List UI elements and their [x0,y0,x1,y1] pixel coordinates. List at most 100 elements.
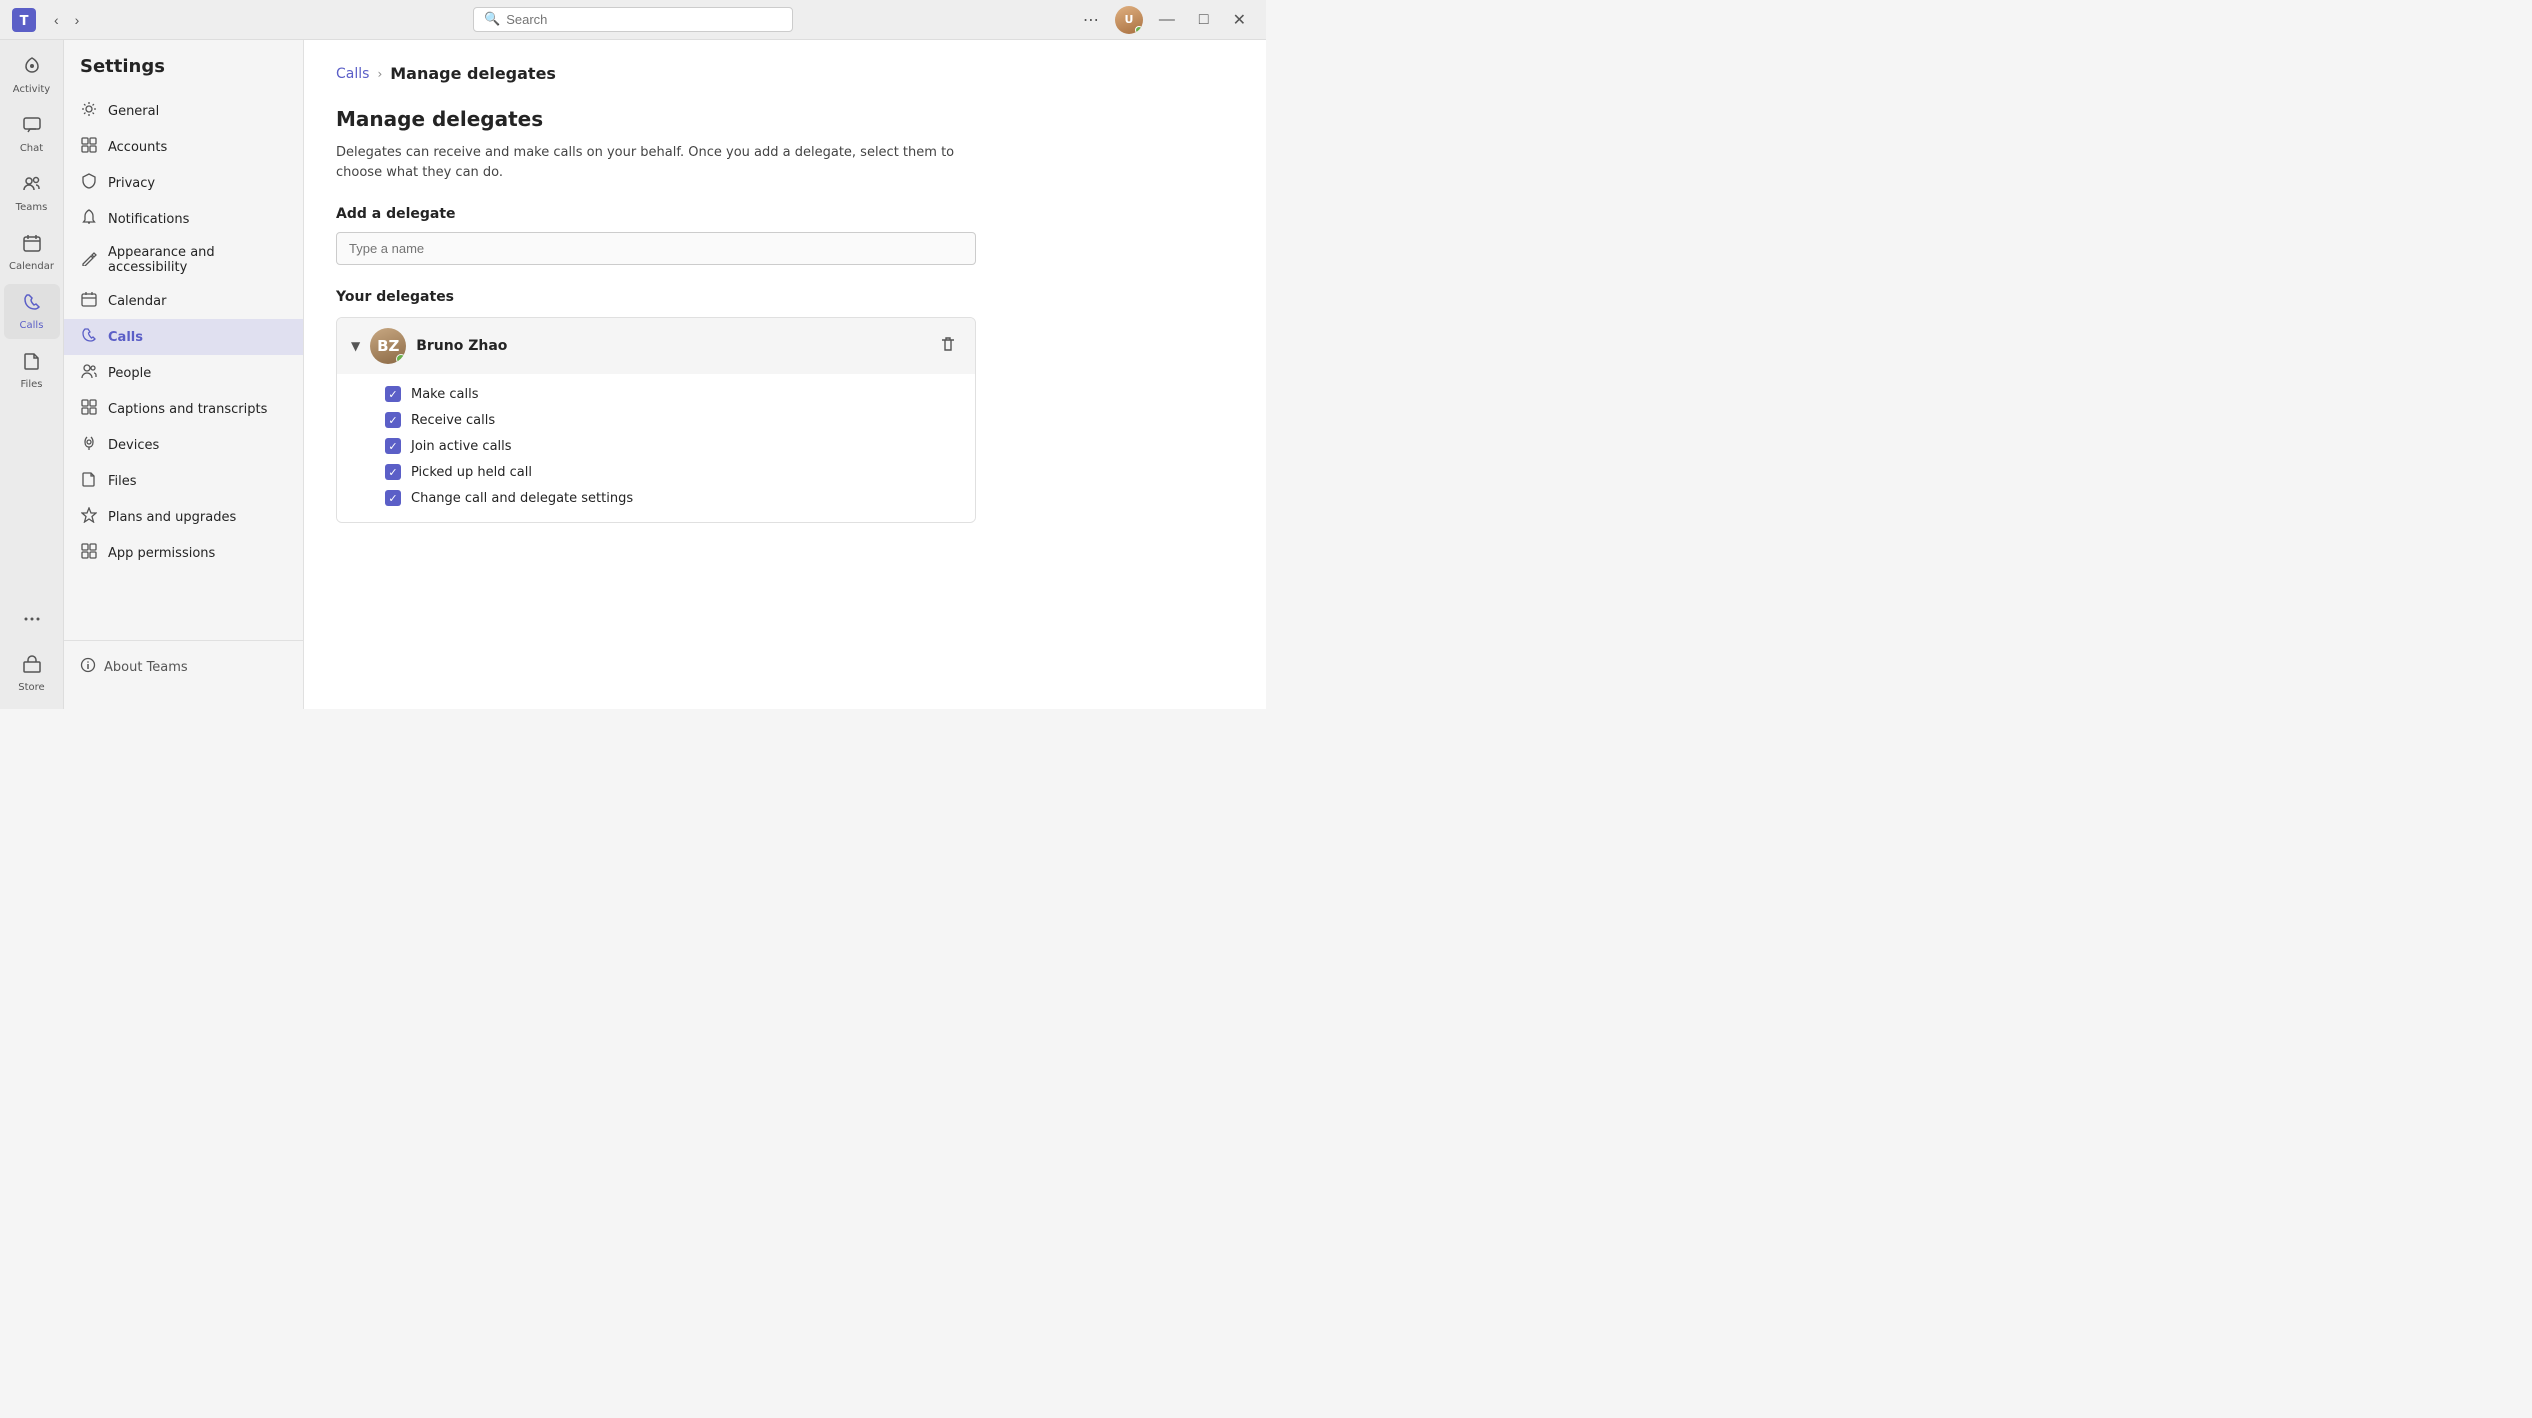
breadcrumb-current: Manage delegates [390,64,556,83]
make-calls-label: Make calls [411,387,479,402]
people-label: People [108,366,151,381]
check-icon: ✓ [388,492,397,505]
user-avatar-button[interactable]: U [1115,6,1143,34]
close-button[interactable]: ✕ [1225,6,1254,34]
permission-change-settings: ✓ Change call and delegate settings [385,490,955,506]
search-bar: 🔍 [473,7,793,32]
sidebar-item-chat[interactable]: Chat [4,107,60,162]
forward-button[interactable]: › [69,8,86,32]
change-settings-label: Change call and delegate settings [411,491,633,506]
privacy-label: Privacy [108,176,155,191]
calls-settings-label: Calls [108,330,143,345]
minimize-button[interactable]: — [1151,7,1183,33]
sidebar-item-calls[interactable]: Calls [4,284,60,339]
collapse-chevron-icon[interactable]: ▼ [351,339,360,353]
make-calls-checkbox[interactable]: ✓ [385,386,401,402]
general-label: General [108,104,159,119]
calendar-icon [22,233,42,258]
delegate-avatar: BZ [370,328,406,364]
teams-icon [22,174,42,199]
online-status-indicator [1135,26,1143,34]
notifications-label: Notifications [108,212,189,227]
more-options-button[interactable]: ⋯ [1075,6,1107,34]
settings-item-people[interactable]: People [64,355,303,391]
settings-item-captions[interactable]: Captions and transcripts [64,391,303,427]
appearance-icon [80,250,98,270]
accounts-icon [80,137,98,157]
about-teams-label: About Teams [104,660,188,675]
calendar-settings-label: Calendar [108,294,166,309]
activity-label: Activity [13,84,50,95]
more-apps-button[interactable] [14,601,50,642]
titlebar: T ‹ › 🔍 ⋯ U — □ ✕ [0,0,1266,40]
chat-label: Chat [20,143,43,154]
check-icon: ✓ [388,440,397,453]
maximize-button[interactable]: □ [1191,7,1217,33]
accounts-label: Accounts [108,140,167,155]
join-active-label: Join active calls [411,439,512,454]
change-settings-checkbox[interactable]: ✓ [385,490,401,506]
devices-icon [80,435,98,455]
appearance-label: Appearance and accessibility [108,245,287,275]
settings-item-permissions[interactable]: App permissions [64,535,303,571]
settings-title: Settings [64,56,303,93]
devices-label: Devices [108,438,159,453]
teams-label: Teams [16,202,48,213]
app-layout: Activity Chat Teams [0,40,1266,709]
chat-icon [22,115,42,140]
main-content: Calls › Manage delegates Manage delegate… [304,40,1266,709]
your-delegates-title: Your delegates [336,289,1234,305]
settings-item-calls[interactable]: Calls [64,319,303,355]
breadcrumb-parent[interactable]: Calls [336,66,369,82]
about-teams-link[interactable]: About Teams [80,657,287,677]
store-icon [22,654,42,679]
delete-delegate-button[interactable] [935,331,961,362]
add-delegate-section-title: Add a delegate [336,206,1234,222]
plans-icon [80,507,98,527]
settings-item-calendar[interactable]: Calendar [64,283,303,319]
add-delegate-input[interactable] [336,232,976,265]
settings-item-privacy[interactable]: Privacy [64,165,303,201]
permission-join-active: ✓ Join active calls [385,438,955,454]
plans-label: Plans and upgrades [108,510,236,525]
breadcrumb: Calls › Manage delegates [336,64,1234,83]
page-title: Manage delegates [336,107,1234,131]
settings-menu: General Accounts [64,93,303,640]
general-icon [80,101,98,121]
sidebar-item-teams[interactable]: Teams [4,166,60,221]
settings-item-general[interactable]: General [64,93,303,129]
sidebar-item-calendar[interactable]: Calendar [4,225,60,280]
notifications-icon [80,209,98,229]
settings-item-devices[interactable]: Devices [64,427,303,463]
back-button[interactable]: ‹ [48,8,65,32]
settings-item-plans[interactable]: Plans and upgrades [64,499,303,535]
app-logo: T [12,8,36,32]
search-input[interactable] [506,12,782,27]
permission-make-calls: ✓ Make calls [385,386,955,402]
breadcrumb-separator: › [377,67,382,81]
settings-item-accounts[interactable]: Accounts [64,129,303,165]
files-icon [22,351,42,376]
receive-calls-checkbox[interactable]: ✓ [385,412,401,428]
join-active-checkbox[interactable]: ✓ [385,438,401,454]
settings-sidebar: Settings General [64,40,304,709]
sidebar-item-store[interactable]: Store [4,646,60,701]
search-icon: 🔍 [484,12,500,27]
settings-item-notifications[interactable]: Notifications [64,201,303,237]
calls-label: Calls [20,320,44,331]
check-icon: ✓ [388,466,397,479]
pickup-held-label: Picked up held call [411,465,532,480]
settings-item-files[interactable]: Files [64,463,303,499]
calls-settings-icon [80,327,98,347]
sidebar-item-files[interactable]: Files [4,343,60,398]
left-nav: Activity Chat Teams [0,40,64,709]
permissions-icon [80,543,98,563]
settings-item-appearance[interactable]: Appearance and accessibility [64,237,303,283]
files-label: Files [21,379,43,390]
store-label: Store [18,682,44,693]
delegate-online-indicator [396,354,406,364]
pickup-held-checkbox[interactable]: ✓ [385,464,401,480]
sidebar-item-activity[interactable]: Activity [4,48,60,103]
privacy-icon [80,173,98,193]
info-icon [80,657,96,677]
